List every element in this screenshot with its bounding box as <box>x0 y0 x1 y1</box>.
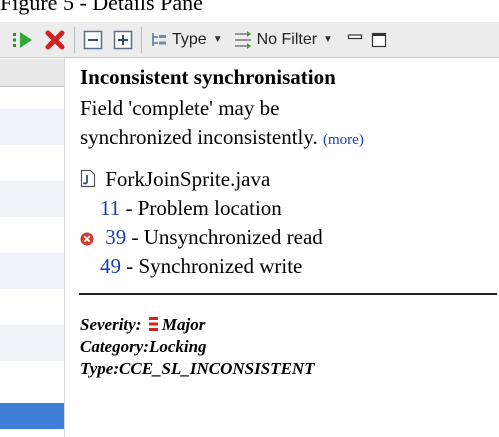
selected-list-item[interactable] <box>0 403 64 429</box>
list-item[interactable] <box>0 181 64 217</box>
list-item[interactable] <box>0 109 64 145</box>
results-list-header[interactable] <box>0 59 64 87</box>
list-item[interactable] <box>0 253 64 289</box>
more-link[interactable]: (more) <box>323 132 364 148</box>
location-text: Synchronized write <box>138 254 303 278</box>
run-step-icon[interactable] <box>12 25 38 55</box>
location-item[interactable]: 39 - Unsynchronized read <box>80 223 323 251</box>
type-dropdown[interactable]: Type ▼ <box>150 25 223 55</box>
maximize-icon[interactable] <box>371 25 387 55</box>
category-label: Category: <box>80 337 149 356</box>
expand-all-icon[interactable] <box>113 25 133 55</box>
type-label: Type: <box>80 359 120 378</box>
type-dropdown-label: Type <box>172 30 207 48</box>
file-name: ForkJoinSprite.java <box>105 167 271 191</box>
minimize-icon[interactable] <box>347 25 363 55</box>
toolbar-separator <box>141 26 142 53</box>
category-row: Category:Locking <box>80 336 207 358</box>
location-item[interactable]: 49 - Synchronized write <box>100 252 302 280</box>
location-separator: - <box>120 196 138 220</box>
toolbar: Type ▼ No Filter ▼ <box>0 22 499 58</box>
file-item[interactable]: ForkJoinSprite.java <box>80 165 270 193</box>
filter-icon <box>233 30 255 50</box>
description-line: synchronized inconsistently. (more) <box>80 123 490 155</box>
location-text: Unsynchronized read <box>143 225 323 249</box>
filter-dropdown-label: No Filter <box>256 30 318 48</box>
type-value: CCE_SL_INCONSISTENT <box>119 359 315 378</box>
results-list[interactable] <box>0 59 64 437</box>
major-severity-icon <box>148 317 158 331</box>
type-row: Type:CCE_SL_INCONSISTENT <box>80 358 315 380</box>
line-number: 39 <box>105 225 127 249</box>
severity-value: Major <box>161 315 206 334</box>
remove-icon[interactable] <box>44 25 66 55</box>
chevron-down-icon: ▼ <box>212 34 223 45</box>
divider <box>79 293 497 295</box>
line-number: 11 <box>100 196 121 220</box>
issue-title: Inconsistent synchronisation <box>80 65 336 89</box>
tree-group-icon <box>150 31 168 49</box>
category-value: Locking <box>148 337 207 356</box>
toolbar-separator <box>74 26 75 53</box>
description-text: synchronized inconsistently. <box>80 125 318 149</box>
details-popup: Inconsistent synchronisation Field 'comp… <box>64 59 499 437</box>
collapse-all-icon[interactable] <box>83 25 103 55</box>
figure-caption: Figure 5 - Details Pane <box>0 0 203 15</box>
description-line: Field 'complete' may be <box>80 96 280 120</box>
error-icon <box>80 232 94 246</box>
location-text: Problem location <box>137 196 282 220</box>
location-separator: - <box>121 254 139 278</box>
location-item[interactable]: 11 - Problem location <box>100 194 282 222</box>
severity-row: Severity: Major <box>80 314 205 336</box>
line-number: 49 <box>100 254 121 278</box>
filter-dropdown[interactable]: No Filter ▼ <box>233 25 333 55</box>
issue-description: Field 'complete' may be synchronized inc… <box>80 94 490 155</box>
severity-label: Severity: <box>80 315 142 334</box>
java-file-icon <box>80 169 96 188</box>
location-separator: - <box>126 225 144 249</box>
chevron-down-icon: ▼ <box>323 34 333 45</box>
list-item[interactable] <box>0 325 64 361</box>
